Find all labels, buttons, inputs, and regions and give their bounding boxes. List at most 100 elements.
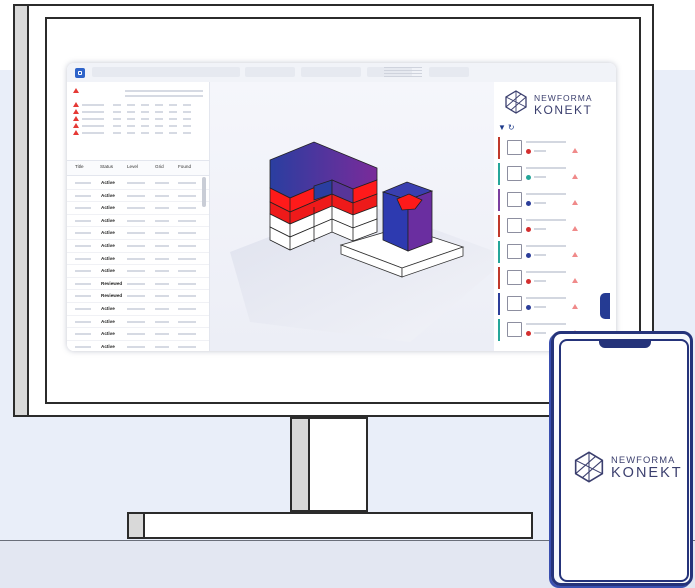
issues-scrollbar[interactable] (202, 177, 206, 207)
status-dot-icon (526, 227, 531, 232)
warning-icon (572, 278, 578, 283)
summary-cell (155, 125, 163, 127)
table-row[interactable]: Active (67, 239, 209, 253)
table-row[interactable]: Active (67, 226, 209, 240)
card-text-line (534, 306, 546, 308)
table-row[interactable]: Active (67, 327, 209, 341)
model-viewport[interactable] (210, 82, 510, 351)
issue-card[interactable] (498, 241, 602, 263)
summary-cell (127, 118, 135, 120)
summary-cell (155, 118, 163, 120)
table-row[interactable]: Active (67, 201, 209, 215)
brand-konekt-text: KONEKT (611, 465, 683, 481)
column-header-title[interactable]: Title (75, 164, 84, 169)
monitor-side-shade (13, 4, 29, 417)
sidebar-tools: ▼ ↻ (498, 123, 515, 132)
row-cell (178, 194, 196, 197)
issue-card[interactable] (498, 137, 602, 159)
row-cell (155, 320, 169, 323)
summary-cell (127, 125, 135, 127)
phone-konekt-brand: NEWFORMA KONEKT (571, 449, 686, 489)
row-title-cell (75, 308, 91, 310)
issue-card[interactable] (498, 163, 602, 185)
warning-icon (572, 148, 578, 153)
table-row[interactable]: Reviewed (67, 289, 209, 303)
brand-newforma-text: NEWFORMA (534, 93, 593, 103)
row-cell (127, 257, 145, 260)
filter-icon[interactable]: ▼ (498, 123, 506, 132)
issue-card[interactable] (498, 267, 602, 289)
summary-line (125, 95, 203, 97)
summary-cell (127, 111, 135, 113)
column-header-status[interactable]: Status (100, 164, 113, 169)
warning-icon (73, 88, 79, 93)
clash-summary (73, 88, 203, 148)
card-text-line (534, 332, 546, 334)
row-cell (155, 345, 169, 348)
row-cell (127, 194, 145, 197)
warning-icon (572, 252, 578, 257)
table-row[interactable]: Active (67, 189, 209, 203)
row-title-cell (75, 257, 91, 260)
table-row[interactable]: Reviewed (67, 277, 209, 291)
card-status-bar (498, 267, 500, 289)
column-header-level[interactable]: Level (127, 164, 138, 169)
row-cell (155, 207, 169, 210)
summary-cell (183, 132, 191, 134)
row-cell (127, 320, 145, 323)
main-building (269, 141, 378, 251)
warning-icon (73, 116, 79, 121)
table-row[interactable]: Active (67, 302, 209, 316)
table-row[interactable]: Active (67, 176, 209, 190)
summary-cell (82, 104, 104, 106)
row-cell (155, 308, 169, 310)
summary-cell (113, 118, 121, 120)
column-header-grid[interactable]: Grid (155, 164, 164, 169)
toolbar-placeholder (429, 67, 469, 77)
table-row[interactable]: Active (67, 214, 209, 228)
issue-card[interactable] (498, 189, 602, 211)
row-title-cell (75, 182, 91, 184)
konekt-sidebar: NEWFORMA KONEKT ▼ ↻ (494, 82, 616, 351)
table-row[interactable]: Active (67, 264, 209, 278)
row-title-cell (75, 207, 91, 210)
clash-summary-row (73, 109, 203, 115)
row-cell (178, 219, 196, 222)
summary-cell (183, 111, 191, 113)
summary-cell (155, 104, 163, 106)
photo-thumbnail-icon (507, 218, 522, 233)
issue-card[interactable] (498, 215, 602, 237)
summary-cell (127, 132, 135, 134)
table-row[interactable]: Active (67, 315, 209, 329)
card-text-line (534, 254, 546, 256)
issue-card[interactable] (498, 293, 602, 315)
row-title-cell (75, 320, 91, 323)
card-text-line (534, 228, 546, 230)
app-menu-button[interactable] (75, 68, 85, 78)
table-row[interactable]: Active (67, 340, 209, 351)
summary-cell (155, 111, 163, 113)
core-tower (381, 181, 434, 252)
card-text-line (526, 141, 566, 143)
row-status-cell: Active (101, 343, 115, 349)
summary-line (125, 90, 203, 92)
brand-newforma-text: NEWFORMA (611, 454, 676, 465)
row-status-cell: Active (101, 306, 115, 311)
konekt-brand: NEWFORMA KONEKT (504, 90, 614, 118)
konekt-app-window: Title Status Level Grid Found Active Acti… (67, 63, 616, 351)
row-title-cell (75, 232, 91, 235)
table-row[interactable]: Active (67, 252, 209, 266)
row-cell (155, 182, 169, 184)
row-cell (127, 207, 145, 210)
row-cell (155, 245, 169, 247)
collapse-sidebar-tab[interactable] (600, 293, 610, 319)
row-cell (178, 295, 196, 298)
card-text-line (526, 219, 566, 221)
row-title-cell (75, 333, 91, 336)
refresh-icon[interactable]: ↻ (508, 123, 515, 132)
row-status-cell: Active (101, 180, 115, 185)
row-cell (178, 207, 196, 210)
row-cell (127, 232, 145, 235)
blank-thumbnail-icon (507, 270, 522, 285)
column-header-found[interactable]: Found (178, 164, 191, 169)
